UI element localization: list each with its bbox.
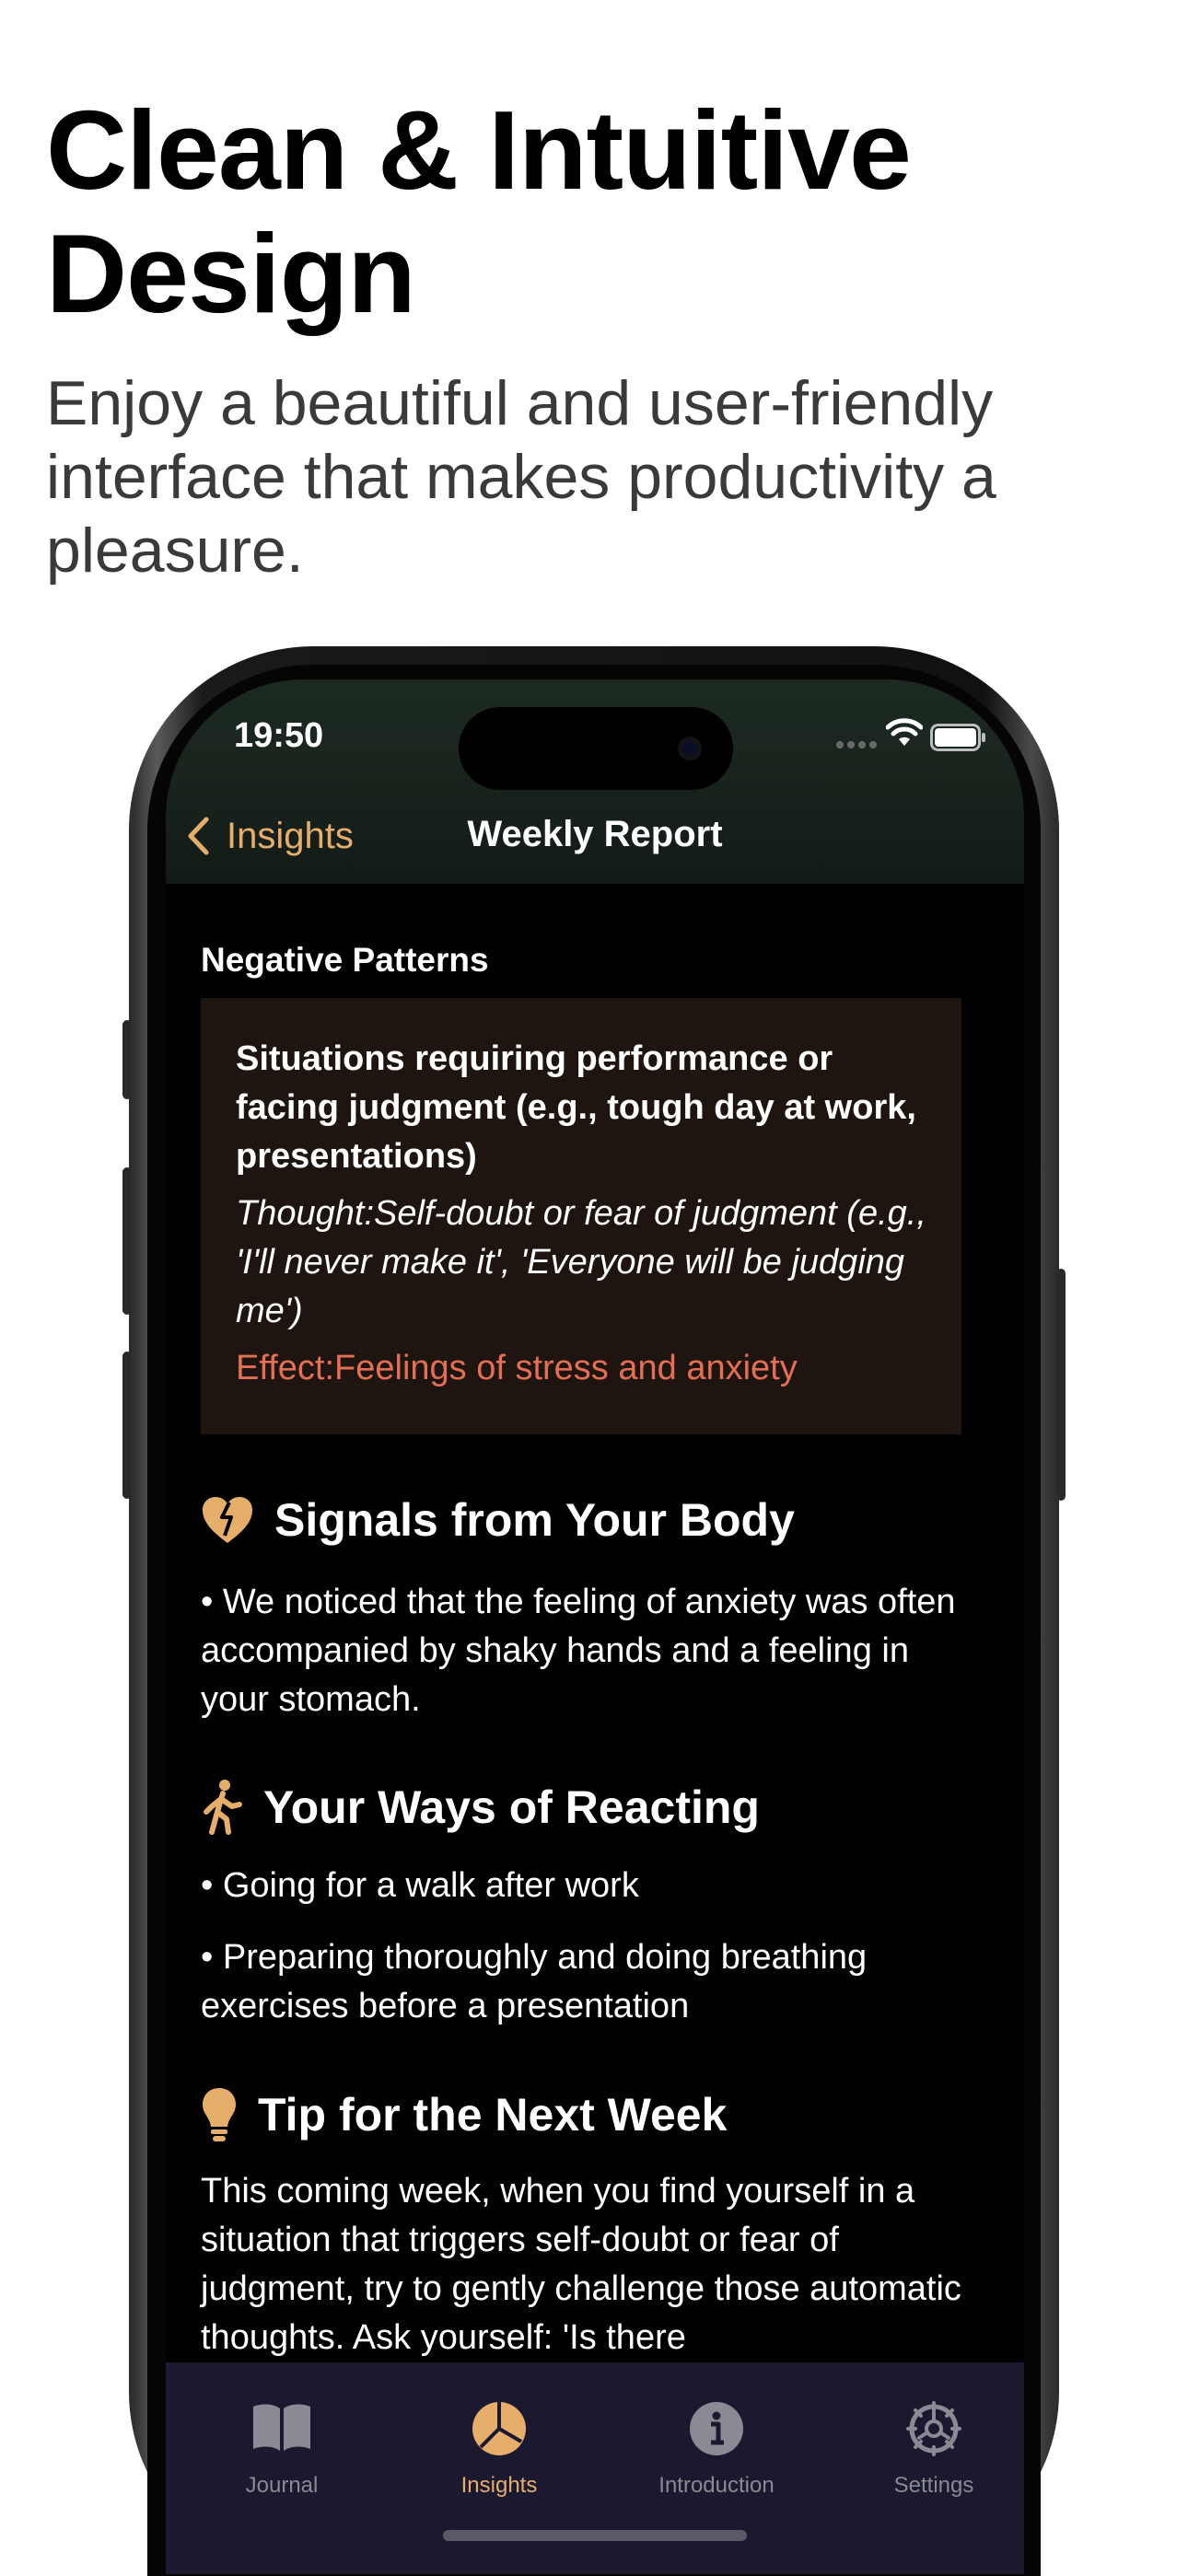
tab-settings[interactable]: Settings: [842, 2399, 1024, 2499]
pattern-card: Situations requiring performance or faci…: [201, 998, 961, 1434]
camera-icon: [678, 737, 702, 760]
home-indicator: [443, 2530, 747, 2541]
battery-icon: [930, 724, 985, 751]
app-screen: 19:50 Insights Weekly Report Negative Pa…: [166, 679, 1024, 2574]
cellular-signal-icon: [836, 740, 877, 749]
subline: Enjoy a beautiful and user-friendly inte…: [46, 368, 996, 586]
body-signals-title: Signals from Your Body: [274, 1494, 795, 1546]
tip-text: This coming week, when you find yourself…: [201, 2172, 961, 2357]
phone-volume-down-button: [122, 1352, 132, 1499]
phone-side-button: [122, 1020, 132, 1099]
tab-journal[interactable]: Journal: [190, 2399, 374, 2499]
phone-volume-up-button: [122, 1167, 132, 1315]
lightbulb-icon: [201, 2086, 238, 2143]
broken-heart-icon: [201, 1495, 254, 1545]
pie-chart-icon: [407, 2399, 591, 2462]
tip-title: Tip for the Next Week: [258, 2089, 728, 2141]
tab-label: Settings: [893, 2473, 974, 2498]
tab-introduction[interactable]: Introduction: [624, 2399, 809, 2499]
body-signals-item: • We noticed that the feeling of anxiety…: [201, 1583, 956, 1719]
page-title: Weekly Report: [467, 814, 723, 854]
tab-label: Insights: [460, 2473, 538, 2498]
negative-patterns-label: Negative Patterns: [201, 941, 489, 979]
reacting-heading: Your Ways of Reacting: [201, 1779, 760, 1836]
phone-power-button: [1056, 1269, 1066, 1501]
tip-heading: Tip for the Next Week: [201, 2086, 727, 2143]
tab-label: Introduction: [658, 2473, 775, 2498]
reacting-item: • Preparing thoroughly and doing breathi…: [201, 1938, 868, 2025]
body-signals-heading: Signals from Your Body: [201, 1493, 795, 1547]
pattern-thought: Thought:Self-doubt or fear of judgment (…: [236, 1194, 926, 1330]
reacting-item: • Going for a walk after work: [201, 1866, 639, 1905]
book-icon: [190, 2399, 374, 2462]
pattern-situation: Situations requiring performance or faci…: [236, 1039, 916, 1176]
tab-bar: Journal Insights Introduction Settings: [166, 2362, 1024, 2574]
navigation-bar: 19:50 Insights Weekly Report: [166, 679, 1024, 884]
gear-icon: [842, 2399, 1024, 2462]
reacting-title: Your Ways of Reacting: [263, 1781, 760, 1833]
dynamic-island: [459, 707, 733, 790]
pattern-effect: Effect:Feelings of stress and anxiety: [236, 1349, 798, 1387]
headline: Clean & Intuitive Design: [46, 87, 912, 336]
wifi-icon: [886, 718, 923, 746]
info-icon: [624, 2399, 809, 2462]
walking-figure-icon: [201, 1779, 243, 1836]
tab-label: Journal: [245, 2473, 319, 2498]
tab-insights[interactable]: Insights: [407, 2399, 591, 2499]
status-time: 19:50: [234, 716, 324, 755]
